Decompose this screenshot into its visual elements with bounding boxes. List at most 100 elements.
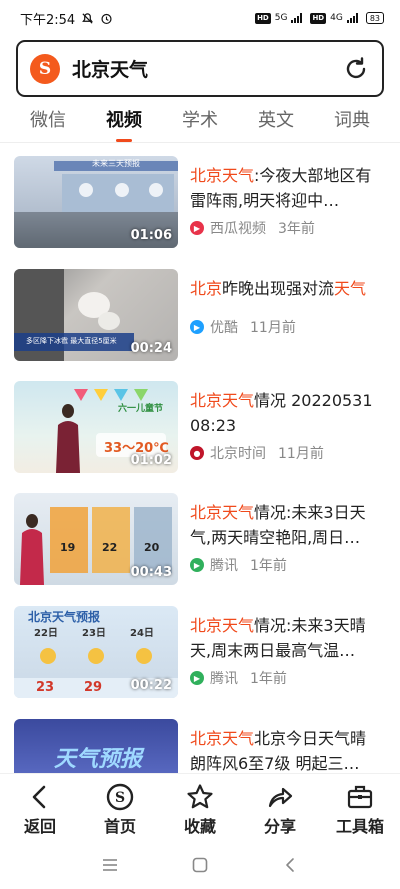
- tab-english[interactable]: 英文: [258, 106, 294, 142]
- video-result-3[interactable]: 六一儿童节 33～20℃ 01:02 北京天气情况 20220531 08:23…: [14, 381, 386, 476]
- bjtime-icon: ●: [190, 446, 204, 460]
- thumbnail-value-3: 20: [144, 541, 160, 554]
- share-button[interactable]: 分享: [240, 774, 320, 837]
- system-nav-bar: [0, 840, 400, 889]
- battery-icon: 83: [365, 12, 384, 24]
- thumbnail-caption: 天气预报: [54, 747, 143, 772]
- share-icon: [265, 782, 295, 811]
- tab-dictionary[interactable]: 词典: [334, 106, 370, 142]
- hd-badge-icon: HD: [255, 12, 271, 24]
- title-highlight: 北京: [190, 279, 223, 298]
- video-title[interactable]: 北京天气情况 20220531 08:23: [190, 381, 386, 440]
- thumbnail-value-2: 29: [84, 680, 103, 695]
- mute-icon: [81, 12, 94, 25]
- title-text: 昨晚出现强对流: [222, 279, 335, 298]
- signal-icon-2: [346, 13, 358, 23]
- favorite-label: 收藏: [183, 817, 216, 836]
- video-duration: 00:24: [130, 341, 172, 356]
- title-highlight: 北京天气: [190, 729, 255, 748]
- tab-video[interactable]: 视频: [106, 106, 142, 142]
- video-source: 西瓜视频: [210, 221, 266, 237]
- video-title[interactable]: 北京天气:今夜大部地区有雷阵雨,明天将迎中…: [190, 156, 386, 215]
- hd-badge-icon-2: HD: [310, 12, 327, 24]
- back-button[interactable]: 返回: [0, 774, 80, 837]
- video-thumbnail[interactable]: 北京天气预报 22日 23日 24日 23 29 29 00:22: [14, 606, 178, 698]
- search-box[interactable]: S 北京天气: [16, 40, 384, 97]
- video-source: 优酷: [210, 320, 238, 336]
- video-thumbnail[interactable]: 未来三天预报 01:06: [14, 156, 178, 248]
- title-highlight: 北京天气: [190, 616, 255, 635]
- clock-time: 下午2:54: [20, 12, 76, 28]
- video-thumbnail[interactable]: 天气预报: [14, 719, 178, 773]
- video-duration: 00:22: [130, 678, 172, 693]
- title-highlight: 北京天气: [190, 166, 255, 185]
- video-result-4[interactable]: 19 22 20 00:43 北京天气情况:未来3日天气,两天晴空艳阳,周日… …: [14, 493, 386, 588]
- video-thumbnail[interactable]: 多区降下冰雹 最大直径5厘米 00:24: [14, 269, 178, 361]
- recents-icon[interactable]: [100, 855, 120, 875]
- svg-text:S: S: [115, 790, 125, 806]
- share-label: 分享: [263, 817, 296, 836]
- tab-academic[interactable]: 学术: [182, 106, 218, 142]
- video-meta: ▶ 腾讯 1年前: [190, 555, 287, 575]
- tencent-icon: ▶: [190, 671, 204, 685]
- xigua-icon: ▶: [190, 221, 204, 235]
- toolbox-button[interactable]: 工具箱: [320, 774, 400, 837]
- network-type-2: 4G: [330, 13, 343, 23]
- video-result-6[interactable]: 天气预报 北京天气北京今日天气晴 朗阵风6至7级 明起三…: [14, 719, 386, 773]
- video-result-2[interactable]: 多区降下冰雹 最大直径5厘米 00:24 北京昨晚出现强对流天气 ▶ 优酷 11…: [14, 269, 386, 364]
- status-bar: 下午2:54 HD 5G HD 4G 83: [0, 0, 400, 36]
- thumbnail-day-3: 24日: [130, 628, 154, 639]
- video-meta: ▶ 腾讯 1年前: [190, 668, 287, 688]
- bottom-nav: 返回 S 首页 收藏 分享 工具箱: [0, 773, 400, 837]
- toolbox-label: 工具箱: [335, 817, 384, 836]
- sogou-logo-icon: S: [30, 53, 60, 84]
- thumbnail-value-2: 22: [102, 541, 118, 554]
- video-results-list: 未来三天预报 01:06 北京天气:今夜大部地区有雷阵雨,明天将迎中… ▶ 西瓜…: [0, 143, 400, 773]
- toolbox-icon: [345, 782, 375, 811]
- tab-weixin[interactable]: 微信: [30, 106, 66, 142]
- video-title[interactable]: 北京天气情况:未来3日天气,两天晴空艳阳,周日…: [190, 493, 386, 552]
- video-source: 北京时间: [210, 446, 266, 462]
- system-home-icon[interactable]: [190, 855, 210, 875]
- video-result-5[interactable]: 北京天气预报 22日 23日 24日 23 29 29 00:22 北京天气情况…: [14, 606, 386, 701]
- back-label: 返回: [23, 817, 56, 836]
- thumbnail-value-1: 23: [36, 680, 55, 695]
- thumbnail-banner: 六一儿童节: [118, 404, 164, 414]
- video-meta: ▶ 西瓜视频 3年前: [190, 218, 315, 238]
- favorite-button[interactable]: 收藏: [160, 774, 240, 837]
- back-icon: [25, 782, 55, 811]
- title-highlight-2: 天气: [334, 279, 367, 298]
- star-icon: [185, 782, 215, 811]
- tencent-icon: ▶: [190, 558, 204, 572]
- title-highlight: 北京天气: [190, 391, 255, 410]
- network-type-1: 5G: [274, 13, 288, 23]
- video-meta: ● 北京时间 11月前: [190, 443, 324, 463]
- thumbnail-value-1: 19: [60, 541, 76, 554]
- video-age: 11月前: [250, 320, 296, 336]
- system-back-icon[interactable]: [280, 855, 300, 875]
- thumbnail-day-2: 23日: [82, 628, 106, 639]
- signal-icon: [291, 13, 303, 23]
- video-thumbnail[interactable]: 19 22 20 00:43: [14, 493, 178, 585]
- video-age: 1年前: [250, 558, 287, 574]
- video-meta: ▶ 优酷 11月前: [190, 317, 296, 337]
- search-tabs: 微信 视频 学术 英文 词典: [0, 106, 400, 142]
- youku-icon: ▶: [190, 320, 204, 334]
- thumbnail-caption: 多区降下冰雹 最大直径5厘米: [26, 337, 117, 345]
- video-title[interactable]: 北京天气北京今日天气晴 朗阵风6至7级 明起三…: [190, 719, 386, 773]
- video-thumbnail[interactable]: 六一儿童节 33～20℃ 01:02: [14, 381, 178, 473]
- title-highlight: 北京天气: [190, 503, 255, 522]
- battery-level: 83: [369, 13, 380, 23]
- video-age: 3年前: [278, 221, 315, 237]
- video-title[interactable]: 北京天气情况:未来3天晴天,周末两日最高气温…: [190, 606, 386, 665]
- search-query[interactable]: 北京天气: [72, 55, 148, 82]
- video-result-1[interactable]: 未来三天预报 01:06 北京天气:今夜大部地区有雷阵雨,明天将迎中… ▶ 西瓜…: [14, 156, 386, 251]
- home-button[interactable]: S 首页: [80, 774, 160, 837]
- thumbnail-caption: 未来三天预报: [92, 159, 140, 168]
- home-logo-icon: S: [105, 782, 135, 811]
- video-duration: 00:43: [130, 565, 172, 580]
- video-duration: 01:02: [130, 453, 172, 468]
- thumbnail-day-1: 22日: [34, 628, 58, 639]
- refresh-icon[interactable]: [342, 55, 370, 83]
- video-age: 1年前: [250, 671, 287, 687]
